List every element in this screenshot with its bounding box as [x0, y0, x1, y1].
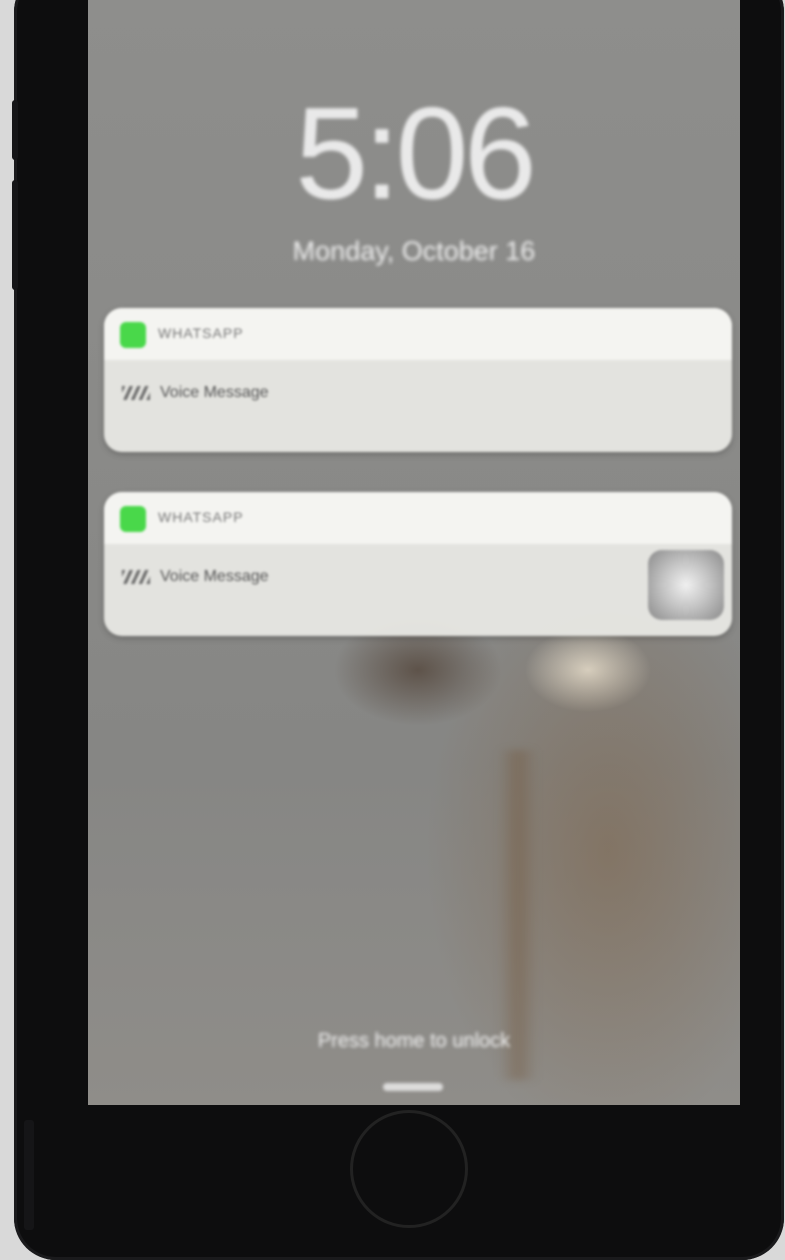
notification-message-text: Voice Message	[160, 568, 269, 585]
lock-screen-time: 5:06	[295, 80, 536, 226]
notification-message: Voice Message	[122, 568, 714, 586]
notification-card[interactable]: WHATSAPP Voice Message	[104, 308, 732, 452]
phone-case-edge	[24, 1120, 34, 1230]
unlock-hint: Press home to unlock	[317, 1030, 511, 1052]
notification-header: WHATSAPP	[104, 492, 732, 544]
page-indicator	[383, 1083, 443, 1091]
notification-message-text: Voice Message	[160, 384, 269, 401]
home-button[interactable]	[350, 1110, 468, 1228]
notification-message: Voice Message	[122, 384, 714, 402]
lock-screen: ••••• 5:06 Monday, October 16 WHATSAPP V…	[88, 0, 740, 1105]
notification-header: WHATSAPP	[104, 308, 732, 360]
mute-switch	[12, 100, 18, 160]
notification-card[interactable]: WHATSAPP Voice Message	[104, 492, 732, 636]
whatsapp-icon	[120, 506, 146, 532]
notification-app-name: WHATSAPP	[158, 325, 244, 341]
contact-avatar	[648, 550, 724, 620]
notification-body: Voice Message	[104, 544, 732, 636]
phone-body: ••••• 5:06 Monday, October 16 WHATSAPP V…	[12, 0, 784, 1260]
microphone-icon	[122, 386, 150, 400]
volume-button	[12, 180, 18, 290]
notification-app-name: WHATSAPP	[158, 509, 244, 525]
microphone-icon	[122, 570, 150, 584]
whatsapp-icon	[120, 322, 146, 348]
lock-screen-date: Monday, October 16	[292, 236, 536, 266]
notification-body: Voice Message	[104, 360, 732, 452]
